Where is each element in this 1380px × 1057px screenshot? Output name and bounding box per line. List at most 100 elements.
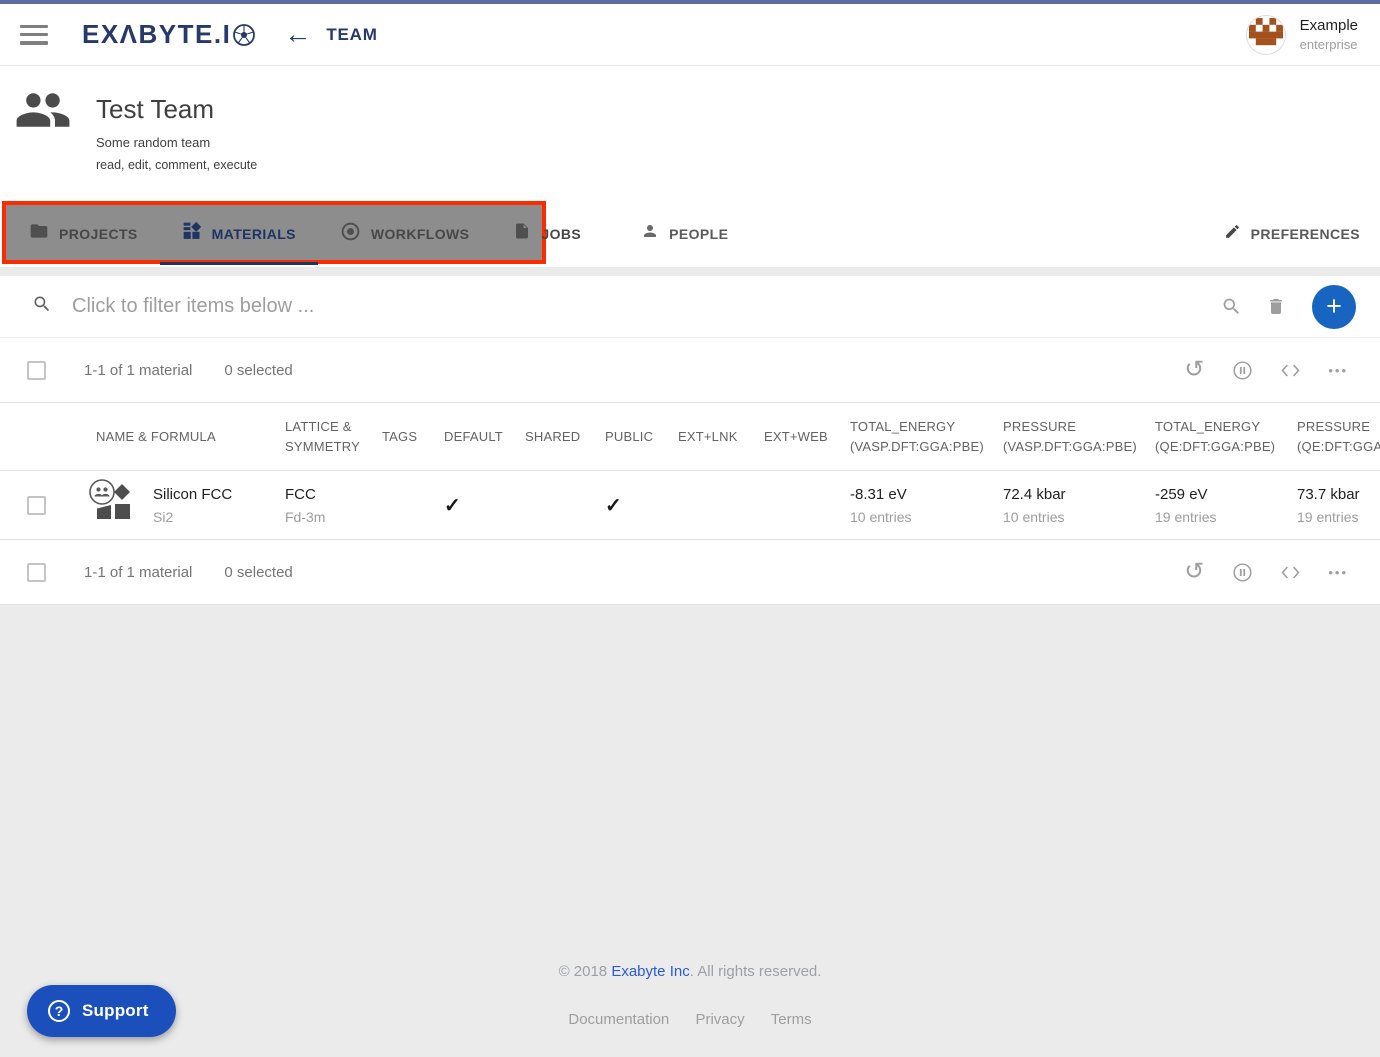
- default-checkmark-icon: ✓: [444, 495, 461, 517]
- tab-projects[interactable]: PROJECTS: [7, 200, 160, 267]
- entity-tabs: PROJECTS MATERIALS: [7, 200, 603, 267]
- pencil-icon: [1224, 223, 1241, 245]
- row-count: 1-1 of 1 material: [84, 362, 192, 379]
- undo-icon[interactable]: ↺: [1184, 560, 1204, 584]
- tab-preferences[interactable]: PREFERENCES: [1202, 200, 1380, 267]
- column-header-pressure-qe: PRESSURE(QE:DFT:GGA:PBE): [1277, 417, 1380, 457]
- company-link[interactable]: Exabyte Inc: [611, 963, 689, 980]
- material-name-cell: Silicon FCC Si2: [76, 478, 265, 533]
- radio-target-icon: [340, 221, 361, 247]
- filter-input[interactable]: [72, 295, 1221, 318]
- symmetry-group: Fd-3m: [285, 509, 362, 525]
- identicon-image: [1249, 18, 1283, 52]
- tab-preferences-label: PREFERENCES: [1251, 226, 1360, 242]
- support-label: Support: [82, 1001, 149, 1021]
- row-count-bottom: 1-1 of 1 material: [84, 564, 192, 581]
- column-header-pressure-vasp: PRESSURE(VASP.DFT:GGA:PBE): [983, 417, 1135, 457]
- code-icon[interactable]: [1281, 363, 1300, 378]
- section-divider: [0, 267, 1380, 276]
- material-name: Silicon FCC: [153, 486, 232, 503]
- account-name: Example: [1300, 17, 1358, 34]
- back-arrow-icon[interactable]: ←: [284, 21, 311, 48]
- public-checkmark-icon: ✓: [605, 495, 622, 517]
- selected-count-bottom: 0 selected: [224, 564, 292, 581]
- code-icon[interactable]: [1281, 565, 1300, 580]
- toolbar-actions-bottom: ↺ •••: [1184, 560, 1380, 584]
- team-heading: Test Team Some random team read, edit, c…: [0, 66, 1380, 200]
- exabyte-logo[interactable]: EXΛBYTE.I: [82, 19, 256, 50]
- table-row[interactable]: Silicon FCC Si2 FCC Fd-3m ✓ ✓ -8.31 eV 1…: [0, 471, 1380, 540]
- total-energy-qe-cell: -259 eV 19 entries: [1135, 486, 1277, 525]
- document-icon: [513, 221, 531, 246]
- person-icon: [641, 222, 659, 245]
- materials-blocks-icon: [182, 221, 202, 246]
- team-permissions: read, edit, comment, execute: [96, 158, 257, 172]
- avatar[interactable]: [1246, 15, 1286, 55]
- column-header-public: PUBLIC: [585, 427, 658, 447]
- tab-workflows[interactable]: WORKFLOWS: [318, 200, 491, 267]
- team-description: Some random team: [96, 135, 257, 150]
- tab-jobs[interactable]: JOBS: [491, 200, 603, 267]
- table-toolbar-bottom: 1-1 of 1 material 0 selected ↺ •••: [0, 540, 1380, 605]
- copyright-text: © 2018 Exabyte Inc. All rights reserved.: [0, 963, 1380, 980]
- delete-icon[interactable]: [1266, 296, 1286, 317]
- column-header-default: DEFAULT: [424, 427, 505, 447]
- select-all-checkbox[interactable]: [27, 361, 46, 380]
- column-header-extweb: EXT+WEB: [744, 427, 830, 447]
- default-cell: ✓: [424, 493, 505, 518]
- search-icon: [32, 294, 52, 319]
- add-button[interactable]: +: [1312, 285, 1356, 329]
- materials-table: NAME & FORMULA LATTICE &SYMMETRY TAGS DE…: [0, 403, 1380, 540]
- team-name: Test Team: [96, 94, 257, 125]
- public-cell: ✓: [585, 493, 658, 518]
- tab-jobs-label: JOBS: [541, 226, 581, 242]
- filter-actions: +: [1221, 285, 1356, 329]
- selected-count: 0 selected: [224, 362, 292, 379]
- folder-icon: [29, 221, 49, 246]
- filter-bar: +: [0, 276, 1380, 338]
- pressure-vasp-cell: 72.4 kbar 10 entries: [983, 486, 1135, 525]
- column-header-shared: SHARED: [505, 427, 585, 447]
- column-header-lattice: LATTICE &SYMMETRY: [265, 417, 362, 457]
- lattice-cell: FCC Fd-3m: [265, 486, 362, 525]
- team-people-icon: [14, 86, 72, 200]
- pause-icon[interactable]: [1232, 360, 1253, 381]
- privacy-link[interactable]: Privacy: [695, 1011, 744, 1028]
- pressure-qe-cell: 73.7 kbar 19 entries: [1277, 486, 1380, 525]
- tab-materials[interactable]: MATERIALS: [160, 200, 318, 267]
- account-menu[interactable]: Example enterprise: [1246, 15, 1358, 55]
- toolbar-actions: ↺ •••: [1184, 358, 1380, 382]
- help-icon: ?: [48, 1000, 70, 1022]
- material-set-icon: [86, 478, 138, 533]
- table-header-row: NAME & FORMULA LATTICE &SYMMETRY TAGS DE…: [0, 403, 1380, 471]
- tab-people[interactable]: PEOPLE: [619, 200, 750, 267]
- tab-workflows-label: WORKFLOWS: [371, 226, 469, 242]
- tab-materials-label: MATERIALS: [212, 226, 296, 242]
- table-toolbar-top: 1-1 of 1 material 0 selected ↺ •••: [0, 338, 1380, 403]
- logo-text: EXΛBYTE.I: [82, 19, 231, 50]
- more-options-icon[interactable]: •••: [1328, 565, 1348, 580]
- account-plan: enterprise: [1300, 37, 1358, 52]
- lattice-type: FCC: [285, 486, 362, 503]
- undo-icon[interactable]: ↺: [1184, 358, 1204, 382]
- row-checkbox[interactable]: [27, 496, 46, 515]
- page-title: TEAM: [326, 25, 377, 45]
- pause-icon[interactable]: [1232, 562, 1253, 583]
- footer-links: Documentation Privacy Terms: [0, 1011, 1380, 1028]
- materials-panel: + 1-1 of 1 material 0 selected ↺ •••: [0, 276, 1380, 605]
- total-energy-vasp-cell: -8.31 eV 10 entries: [830, 486, 983, 525]
- tab-people-label: PEOPLE: [669, 226, 728, 242]
- terms-link[interactable]: Terms: [771, 1011, 812, 1028]
- tab-bar: PROJECTS MATERIALS: [0, 200, 1380, 267]
- app-header: EXΛBYTE.I ← TEAM: [0, 4, 1380, 66]
- logo-ball-icon: [232, 23, 256, 47]
- support-button[interactable]: ? Support: [27, 985, 176, 1037]
- column-header-tags: TAGS: [362, 427, 424, 447]
- more-options-icon[interactable]: •••: [1328, 363, 1348, 378]
- documentation-link[interactable]: Documentation: [568, 1011, 669, 1028]
- menu-icon[interactable]: [20, 25, 48, 45]
- search-action-icon[interactable]: [1221, 296, 1242, 317]
- material-formula: Si2: [153, 509, 232, 525]
- select-all-checkbox-bottom[interactable]: [27, 563, 46, 582]
- column-header-total-energy-qe: TOTAL_ENERGY(QE:DFT:GGA:PBE): [1135, 417, 1277, 457]
